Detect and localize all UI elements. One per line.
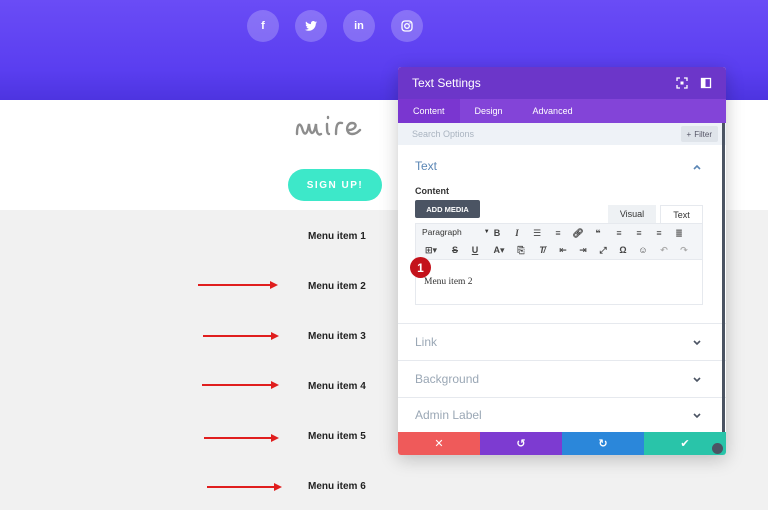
indent-icon[interactable]: ⇥ bbox=[576, 243, 590, 257]
emoji-icon[interactable]: ☺ bbox=[636, 243, 650, 257]
numbered-list-icon[interactable]: ≡ bbox=[551, 226, 565, 240]
editor-content: Menu item 2 bbox=[424, 277, 473, 287]
menu-item-4[interactable]: Menu item 4 bbox=[308, 381, 366, 392]
paragraph-label: Paragraph bbox=[422, 227, 462, 237]
tab-advanced[interactable]: Advanced bbox=[518, 99, 588, 123]
align-right-icon[interactable]: ≡ bbox=[652, 226, 666, 240]
menu-item-1[interactable]: Menu item 1 bbox=[308, 231, 366, 242]
cancel-button[interactable]: ✕ bbox=[398, 432, 480, 455]
text-mode-tab[interactable]: Text bbox=[660, 205, 703, 223]
align-center-icon[interactable]: ≡ bbox=[632, 226, 646, 240]
search-options-input[interactable] bbox=[412, 127, 612, 141]
plus-icon: + bbox=[686, 129, 692, 139]
tab-design[interactable]: Design bbox=[460, 99, 518, 123]
add-media-button[interactable]: ADD MEDIA bbox=[415, 200, 480, 218]
step-badge: 1 bbox=[410, 257, 431, 278]
chevron-down-icon[interactable] bbox=[692, 376, 702, 384]
menu-item-6[interactable]: Menu item 6 bbox=[308, 481, 366, 492]
link-section-title[interactable]: Link bbox=[415, 335, 437, 349]
red-arrow-icon bbox=[202, 381, 279, 389]
caret-down-icon: ▼ bbox=[483, 229, 490, 235]
paragraph-select[interactable]: Paragraph ▼ bbox=[422, 227, 490, 237]
chevron-up-icon[interactable] bbox=[692, 163, 702, 171]
menu-item-5[interactable]: Menu item 5 bbox=[308, 431, 366, 442]
sign-up-button[interactable]: SIGN UP! bbox=[288, 169, 382, 201]
resize-handle[interactable] bbox=[712, 443, 723, 454]
facebook-icon[interactable]: f bbox=[247, 10, 279, 42]
bold-icon[interactable]: B bbox=[490, 226, 504, 240]
text-settings-panel: Text Settings Content Design Advanced + … bbox=[398, 67, 726, 455]
table-icon[interactable]: ⊞▾ bbox=[420, 243, 442, 257]
redo-icon[interactable]: ↷ bbox=[677, 243, 691, 257]
panel-tabs: Content Design Advanced bbox=[398, 99, 726, 123]
instagram-icon[interactable] bbox=[391, 10, 423, 42]
panel-actions: ✕ ↺ ↻ ✔ bbox=[398, 432, 726, 455]
chevron-down-icon[interactable] bbox=[692, 339, 702, 347]
outdent-icon[interactable]: ⇤ bbox=[556, 243, 570, 257]
sidebar-toggle-icon[interactable] bbox=[700, 77, 712, 89]
text-editor[interactable]: Menu item 2 bbox=[415, 260, 703, 305]
menu-item-3[interactable]: Menu item 3 bbox=[308, 331, 366, 342]
logo bbox=[295, 115, 362, 136]
divider bbox=[398, 397, 726, 398]
background-section-title[interactable]: Background bbox=[415, 372, 479, 386]
undo-button[interactable]: ↺ bbox=[480, 432, 562, 455]
redo-icon: ↻ bbox=[598, 438, 608, 450]
underline-icon[interactable]: U bbox=[468, 243, 482, 257]
linkedin-icon[interactable]: in bbox=[343, 10, 375, 42]
special-char-icon[interactable]: Ω bbox=[616, 243, 630, 257]
text-color-icon[interactable]: A▾ bbox=[488, 243, 510, 257]
search-row: + Filter bbox=[398, 123, 726, 145]
red-arrow-icon bbox=[204, 434, 279, 442]
admin-label-section-title[interactable]: Admin Label bbox=[415, 408, 482, 422]
fullscreen-editor-icon[interactable]: ⤢ bbox=[596, 243, 610, 257]
blockquote-icon[interactable]: ❝ bbox=[591, 226, 605, 240]
tab-content[interactable]: Content bbox=[398, 99, 460, 123]
justify-icon[interactable]: ≣ bbox=[672, 226, 686, 240]
red-arrow-icon bbox=[203, 332, 279, 340]
paste-text-icon[interactable]: ⎘ bbox=[514, 243, 528, 257]
check-icon: ✔ bbox=[680, 438, 690, 450]
filter-label: Filter bbox=[694, 129, 712, 139]
strikethrough-icon[interactable]: S bbox=[448, 243, 462, 257]
panel-title: Text Settings bbox=[412, 76, 481, 90]
align-left-icon[interactable]: ≡ bbox=[612, 226, 626, 240]
panel-scrollbar[interactable] bbox=[722, 123, 725, 437]
fullscreen-icon[interactable] bbox=[676, 77, 688, 89]
text-section-title[interactable]: Text bbox=[415, 159, 437, 173]
filter-button[interactable]: + Filter bbox=[680, 126, 718, 142]
divider bbox=[398, 360, 726, 361]
chevron-down-icon[interactable] bbox=[692, 412, 702, 420]
undo-icon: ↺ bbox=[516, 438, 526, 450]
visual-tab[interactable]: Visual bbox=[608, 205, 656, 223]
twitter-icon[interactable] bbox=[295, 10, 327, 42]
red-arrow-icon bbox=[207, 483, 282, 491]
undo-icon[interactable]: ↶ bbox=[657, 243, 671, 257]
bullet-list-icon[interactable]: ☰ bbox=[530, 226, 544, 240]
italic-icon[interactable]: I bbox=[510, 226, 524, 240]
close-icon: ✕ bbox=[434, 438, 444, 450]
link-icon[interactable]: 🔗︎ bbox=[571, 226, 585, 240]
panel-header: Text Settings bbox=[398, 67, 726, 99]
menu-item-2[interactable]: Menu item 2 bbox=[308, 281, 366, 292]
divider bbox=[398, 323, 726, 324]
clear-format-icon[interactable]: T̸ bbox=[535, 243, 549, 257]
editor-toolbar: Paragraph ▼ B I ☰ ≡ 🔗︎ ❝ ≡ ≡ ≡ ≣ ⊞▾ S U … bbox=[415, 223, 703, 260]
content-label: Content bbox=[415, 186, 449, 196]
redo-button[interactable]: ↻ bbox=[562, 432, 644, 455]
red-arrow-icon bbox=[198, 281, 278, 289]
